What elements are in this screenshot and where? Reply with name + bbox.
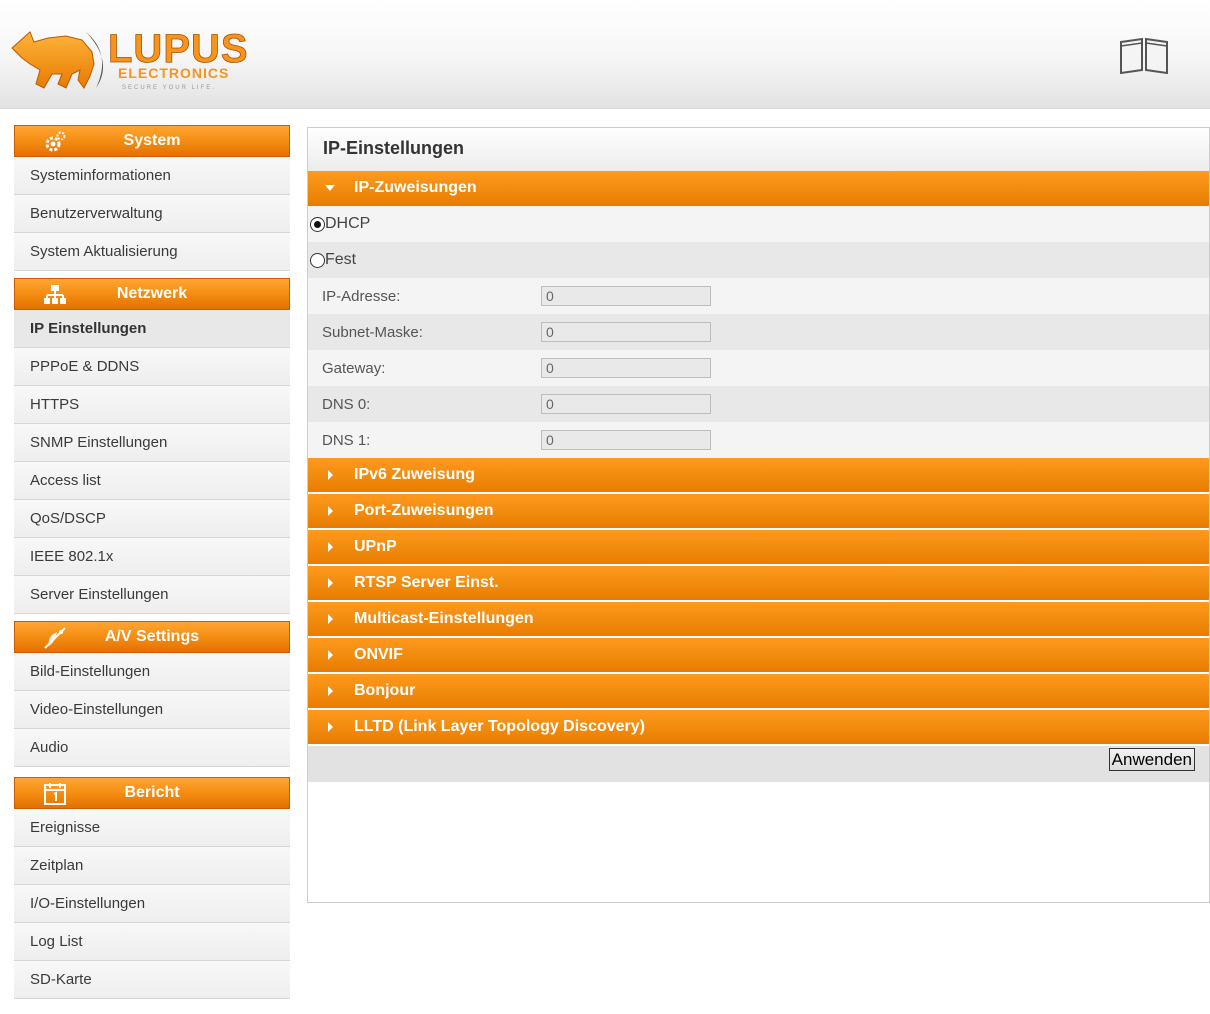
- sidebar: System Systeminformationen Benutzerverwa…: [14, 125, 290, 999]
- sidebar-item-system-aktualisierung[interactable]: System Aktualisierung: [14, 233, 290, 271]
- triangle-right-icon: [328, 686, 333, 696]
- sidebar-item-audio[interactable]: Audio: [14, 729, 290, 767]
- ip-address-field[interactable]: [541, 286, 711, 306]
- section-label: UPnP: [354, 538, 397, 555]
- sidebar-item-ereignisse[interactable]: Ereignisse: [14, 809, 290, 847]
- sidebar-item-benutzerverwaltung[interactable]: Benutzerverwaltung: [14, 195, 290, 233]
- section-label: Port-Zuweisungen: [354, 502, 494, 519]
- triangle-right-icon: [328, 578, 333, 588]
- sidebar-category-bericht[interactable]: Bericht: [14, 777, 290, 809]
- sidebar-category-label: Netzwerk: [116, 285, 188, 302]
- sidebar-item-pppoe-ddns[interactable]: PPPoE & DDNS: [14, 348, 290, 386]
- sidebar-item-ieee-8021x[interactable]: IEEE 802.1x: [14, 538, 290, 576]
- sidebar-item-server-einstellungen[interactable]: Server Einstellungen: [14, 576, 290, 614]
- network-icon: [44, 285, 66, 304]
- gateway-field[interactable]: [541, 358, 711, 378]
- section-label: IPv6 Zuweisung: [354, 466, 475, 483]
- sidebar-item-io-einstellungen[interactable]: I/O-Einstellungen: [14, 885, 290, 923]
- satellite-dish-icon: [44, 627, 66, 649]
- field-row-gateway: Gateway:: [308, 350, 1209, 386]
- section-label: IP-Zuweisungen: [354, 179, 477, 196]
- field-label: DNS 1:: [322, 431, 371, 449]
- section-bonjour[interactable]: Bonjour: [308, 674, 1209, 710]
- sidebar-category-label: System: [123, 132, 181, 149]
- triangle-right-icon: [328, 722, 333, 732]
- browser-window-icon[interactable]: [1118, 36, 1170, 74]
- sidebar-item-snmp-einstellungen[interactable]: SNMP Einstellungen: [14, 424, 290, 462]
- sidebar-item-sd-karte[interactable]: SD-Karte: [14, 961, 290, 999]
- section-port-zuweisungen[interactable]: Port-Zuweisungen: [308, 494, 1209, 530]
- section-label: RTSP Server Einst.: [354, 574, 499, 591]
- triangle-down-icon: [325, 185, 335, 191]
- section-label: LLTD (Link Layer Topology Discovery): [354, 718, 645, 735]
- section-ipv6-zuweisung[interactable]: IPv6 Zuweisung: [308, 458, 1209, 494]
- field-row-subnet-maske: Subnet-Maske:: [308, 314, 1209, 350]
- section-label: Multicast-Einstellungen: [354, 610, 534, 627]
- sidebar-category-label: Bericht: [124, 784, 180, 801]
- radio-label-dhcp: DHCP: [325, 215, 371, 232]
- svg-text:ELECTRONICS: ELECTRONICS: [118, 65, 229, 81]
- dns1-field[interactable]: [541, 430, 711, 450]
- sidebar-item-bild-einstellungen[interactable]: Bild-Einstellungen: [14, 653, 290, 691]
- radio-option-dhcp[interactable]: DHCP: [308, 206, 1209, 242]
- triangle-right-icon: [328, 650, 333, 660]
- radio-label-fest: Fest: [325, 251, 357, 268]
- calendar-icon: [44, 783, 66, 805]
- triangle-right-icon: [328, 470, 333, 480]
- subnet-mask-field[interactable]: [541, 322, 711, 342]
- sidebar-item-log-list[interactable]: Log List: [14, 923, 290, 961]
- triangle-right-icon: [328, 614, 333, 624]
- sidebar-category-system[interactable]: System: [14, 125, 290, 157]
- section-lltd[interactable]: LLTD (Link Layer Topology Discovery): [308, 710, 1209, 746]
- header-bar: LUPUS ELECTRONICS SECURE YOUR LIFE.: [0, 0, 1210, 109]
- sidebar-category-netzwerk[interactable]: Netzwerk: [14, 278, 290, 310]
- sidebar-category-av-settings[interactable]: A/V Settings: [14, 621, 290, 653]
- apply-button[interactable]: Anwenden: [1108, 748, 1195, 771]
- radio-option-fest[interactable]: Fest: [308, 242, 1209, 278]
- section-rtsp-server[interactable]: RTSP Server Einst.: [308, 566, 1209, 602]
- lupus-logo: LUPUS ELECTRONICS SECURE YOUR LIFE.: [11, 27, 248, 91]
- section-onvif[interactable]: ONVIF: [308, 638, 1209, 674]
- svg-text:SECURE YOUR LIFE.: SECURE YOUR LIFE.: [122, 85, 216, 91]
- section-label: Bonjour: [354, 682, 416, 699]
- sidebar-item-ip-einstellungen[interactable]: IP Einstellungen: [14, 310, 290, 348]
- radio-button-fest[interactable]: [310, 252, 325, 268]
- triangle-right-icon: [328, 506, 333, 516]
- field-row-dns1: DNS 1:: [308, 422, 1209, 458]
- sidebar-item-access-list[interactable]: Access list: [14, 462, 290, 500]
- section-ip-zuweisungen[interactable]: IP-Zuweisungen: [308, 171, 1209, 206]
- field-row-ip-adresse: IP-Adresse:: [308, 278, 1209, 314]
- field-label: IP-Adresse:: [322, 287, 401, 305]
- section-label: ONVIF: [354, 646, 403, 663]
- section-upnp[interactable]: UPnP: [308, 530, 1209, 566]
- apply-bar: Anwenden: [308, 746, 1209, 782]
- section-multicast[interactable]: Multicast-Einstellungen: [308, 602, 1209, 638]
- sidebar-item-https[interactable]: HTTPS: [14, 386, 290, 424]
- sidebar-item-qos-dscp[interactable]: QoS/DSCP: [14, 500, 290, 538]
- field-label: Subnet-Maske:: [322, 323, 423, 341]
- gears-icon: [45, 131, 66, 152]
- dns0-field[interactable]: [541, 394, 711, 414]
- sidebar-category-label: A/V Settings: [104, 628, 200, 645]
- page-title: IP-Einstellungen: [308, 128, 1209, 171]
- main-panel: IP-Einstellungen IP-Zuweisungen DHCP Fes…: [307, 127, 1210, 903]
- radio-button-dhcp[interactable]: [310, 216, 325, 232]
- sidebar-item-systeminformationen[interactable]: Systeminformationen: [14, 157, 290, 195]
- field-row-dns0: DNS 0:: [308, 386, 1209, 422]
- triangle-right-icon: [328, 542, 333, 552]
- field-label: Gateway:: [322, 359, 386, 377]
- sidebar-item-zeitplan[interactable]: Zeitplan: [14, 847, 290, 885]
- field-label: DNS 0:: [322, 395, 371, 413]
- sidebar-item-video-einstellungen[interactable]: Video-Einstellungen: [14, 691, 290, 729]
